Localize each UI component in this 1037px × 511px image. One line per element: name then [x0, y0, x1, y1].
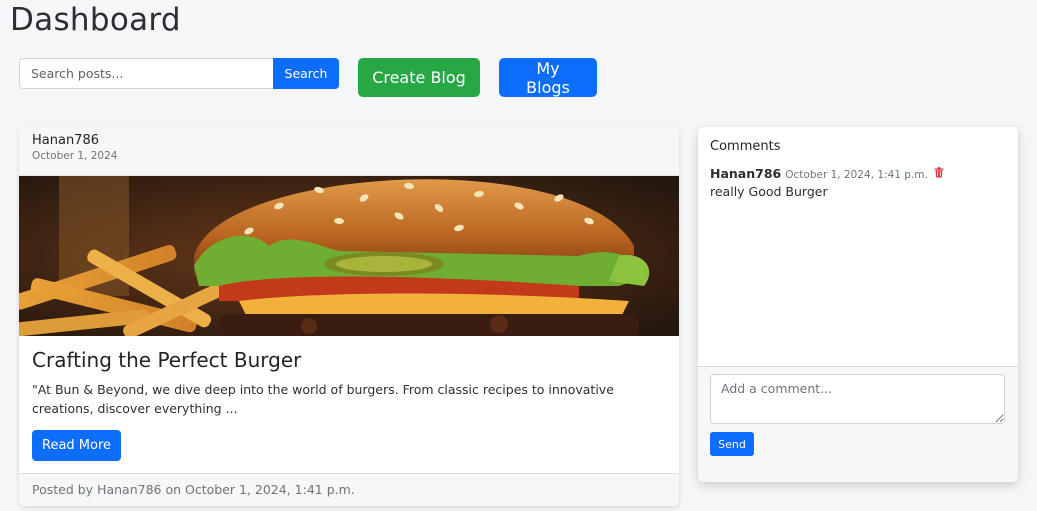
comment-meta: Hanan786 October 1, 2024, 1:41 p.m.	[710, 163, 1006, 181]
trash-icon[interactable]	[934, 163, 944, 178]
post-image	[19, 176, 679, 336]
post-body: Crafting the Perfect Burger "At Bun & Be…	[19, 336, 679, 461]
burger-photo	[19, 176, 679, 336]
comment-text: really Good Burger	[710, 184, 828, 199]
comment-input[interactable]	[710, 374, 1005, 424]
comment-time: October 1, 2024, 1:41 p.m.	[785, 169, 928, 181]
post-footer: Posted by Hanan786 on October 1, 2024, 1…	[19, 473, 679, 506]
post-card: Hanan786 October 1, 2024 Crafting the Pe…	[19, 127, 679, 506]
send-button[interactable]: Send	[710, 432, 754, 456]
page-title: Dashboard	[10, 2, 181, 38]
post-title: Crafting the Perfect Burger	[32, 348, 302, 372]
post-header: Hanan786 October 1, 2024	[19, 127, 679, 176]
comments-body: Comments Hanan786 October 1, 2024, 1:41 …	[698, 127, 1018, 367]
create-blog-button[interactable]: Create Blog	[358, 58, 480, 97]
search-form: Search	[19, 58, 339, 89]
post-excerpt: "At Bun & Beyond, we dive deep into the …	[32, 382, 614, 416]
comment-author: Hanan786	[710, 166, 782, 181]
read-more-button[interactable]: Read More	[32, 430, 122, 461]
comments-card: Comments Hanan786 October 1, 2024, 1:41 …	[698, 127, 1018, 482]
search-button[interactable]: Search	[273, 58, 339, 89]
post-author: Hanan786	[32, 133, 99, 148]
comments-heading: Comments	[710, 139, 781, 154]
my-blogs-button[interactable]: My Blogs	[499, 58, 597, 97]
comment-item: Hanan786 October 1, 2024, 1:41 p.m. real…	[710, 163, 1006, 199]
search-input[interactable]	[19, 58, 273, 89]
post-date: October 1, 2024	[32, 150, 118, 162]
comment-form: Send	[698, 367, 1018, 482]
